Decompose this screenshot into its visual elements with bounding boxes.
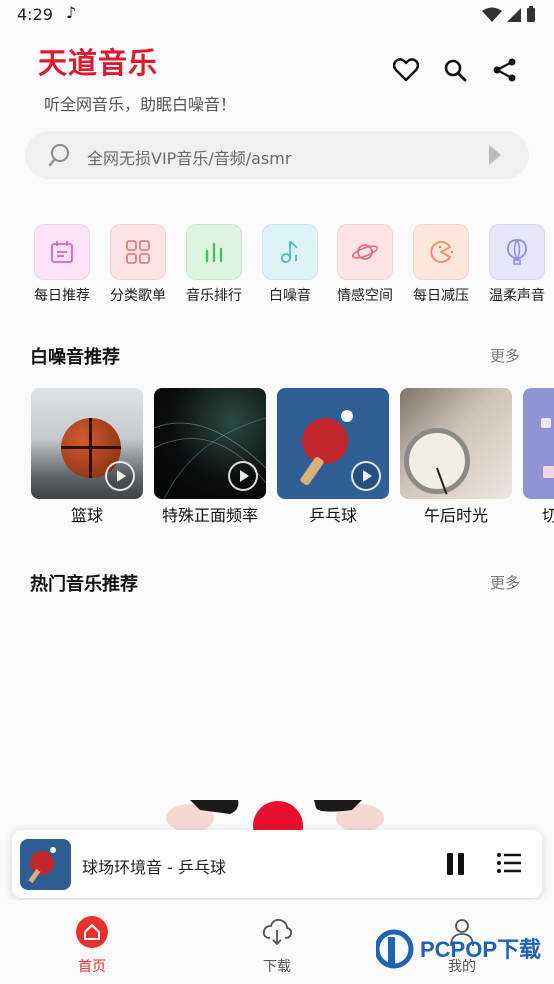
calendar-icon (34, 224, 90, 280)
battery-icon (527, 6, 535, 22)
play-icon[interactable] (351, 461, 381, 491)
app-title: 天道音乐 (38, 46, 159, 80)
ping-pong-image (277, 388, 389, 499)
category-label: 每日推荐 (34, 288, 90, 304)
category-label: 分类歌单 (110, 288, 166, 304)
basketball-image (31, 388, 143, 499)
search-icon[interactable] (441, 56, 469, 84)
category-white-noise[interactable]: 白噪音 (255, 224, 325, 305)
category-row: 每日推荐 分类歌单 音乐排行 白噪音 情感空间 每日减压 温柔声音 (28, 224, 554, 308)
status-bar: 4:29 ♪ (0, 0, 554, 30)
player-cover-image (20, 839, 71, 890)
nav-label: 首页 (78, 959, 106, 975)
hot-music-section-title: 热门音乐推荐 (30, 574, 138, 595)
app-subtitle: 听全网音乐，助眠白噪音！ (44, 95, 237, 114)
category-label: 每日减压 (413, 288, 469, 304)
nav-label: 下载 (263, 959, 291, 975)
white-noise-section-title: 白噪音推荐 (30, 347, 120, 368)
pause-icon[interactable] (445, 853, 467, 877)
category-label: 情感空间 (337, 288, 393, 304)
pacman-icon (413, 224, 469, 280)
player-track-title: 球场环境音 - 乒乓球 (82, 858, 226, 877)
category-playlists[interactable]: 分类歌单 (103, 224, 173, 305)
home-icon (76, 916, 108, 948)
app-screen: 4:29 ♪ 天道音乐 听全网音乐，助眠白噪音！ 全网无损VIP音乐/音频/as… (0, 0, 554, 984)
mini-player[interactable]: 球场环境音 - 乒乓球 (12, 830, 542, 898)
white-noise-more-link[interactable]: 更多 (490, 345, 520, 366)
svg-text:PCPOP下载: PCPOP下载 (420, 937, 541, 962)
share-icon[interactable] (491, 56, 519, 84)
playlist-icon[interactable] (496, 851, 522, 875)
white-noise-card[interactable]: 篮球 (31, 388, 143, 526)
frequency-image (154, 388, 266, 499)
card-label: 特殊正面频率 (161, 506, 258, 525)
category-label: 温柔声音 (489, 288, 545, 304)
partial-card-image (523, 388, 554, 499)
pcpop-watermark-logo: PCPOP下载 (376, 929, 541, 969)
play-icon[interactable] (228, 461, 258, 491)
music-note-status-icon: ♪ (66, 3, 77, 22)
white-noise-list: 篮球 特殊正面频率 乒乓球 午后时光 切 (31, 388, 554, 528)
status-icons (482, 6, 536, 23)
hot-music-more-link[interactable]: 更多 (490, 572, 520, 593)
nav-home[interactable]: 首页 (52, 916, 132, 976)
play-arrow-icon[interactable] (489, 145, 501, 165)
white-noise-card[interactable]: 乒乓球 (277, 388, 389, 526)
card-label: 篮球 (70, 506, 103, 525)
balloon-icon (489, 224, 545, 280)
status-time: 4:29 (17, 5, 53, 24)
wifi-icon (482, 7, 502, 22)
card-label: 午后时光 (423, 506, 488, 525)
favorite-heart-icon[interactable] (392, 56, 420, 84)
cloud-download-icon (262, 918, 293, 946)
search-bar[interactable]: 全网无损VIP音乐/音频/asmr (25, 131, 529, 179)
white-noise-card[interactable]: 切 (523, 388, 554, 526)
search-field-icon (48, 144, 69, 167)
category-stress-relief[interactable]: 每日减压 (406, 224, 476, 305)
category-label: 白噪音 (269, 288, 311, 304)
category-daily-recommend[interactable]: 每日推荐 (27, 224, 97, 305)
category-emotion[interactable]: 情感空间 (330, 224, 400, 305)
signal-icon (507, 7, 521, 22)
card-label: 切 (542, 506, 554, 525)
bar-chart-icon (186, 224, 242, 280)
nav-download[interactable]: 下载 (237, 916, 317, 976)
search-placeholder: 全网无损VIP音乐/音频/asmr (87, 149, 292, 168)
card-label: 乒乓球 (308, 506, 357, 525)
grid-icon (110, 224, 166, 280)
music-note-icon (262, 224, 318, 280)
category-gentle-voice[interactable]: 温柔声音 (482, 224, 552, 305)
white-noise-card[interactable]: 午后时光 (400, 388, 512, 526)
category-label: 音乐排行 (186, 288, 242, 304)
play-icon[interactable] (105, 461, 135, 491)
afternoon-clock-image (400, 388, 512, 499)
white-noise-card[interactable]: 特殊正面频率 (154, 388, 266, 526)
planet-icon (337, 224, 393, 280)
category-charts[interactable]: 音乐排行 (179, 224, 249, 305)
